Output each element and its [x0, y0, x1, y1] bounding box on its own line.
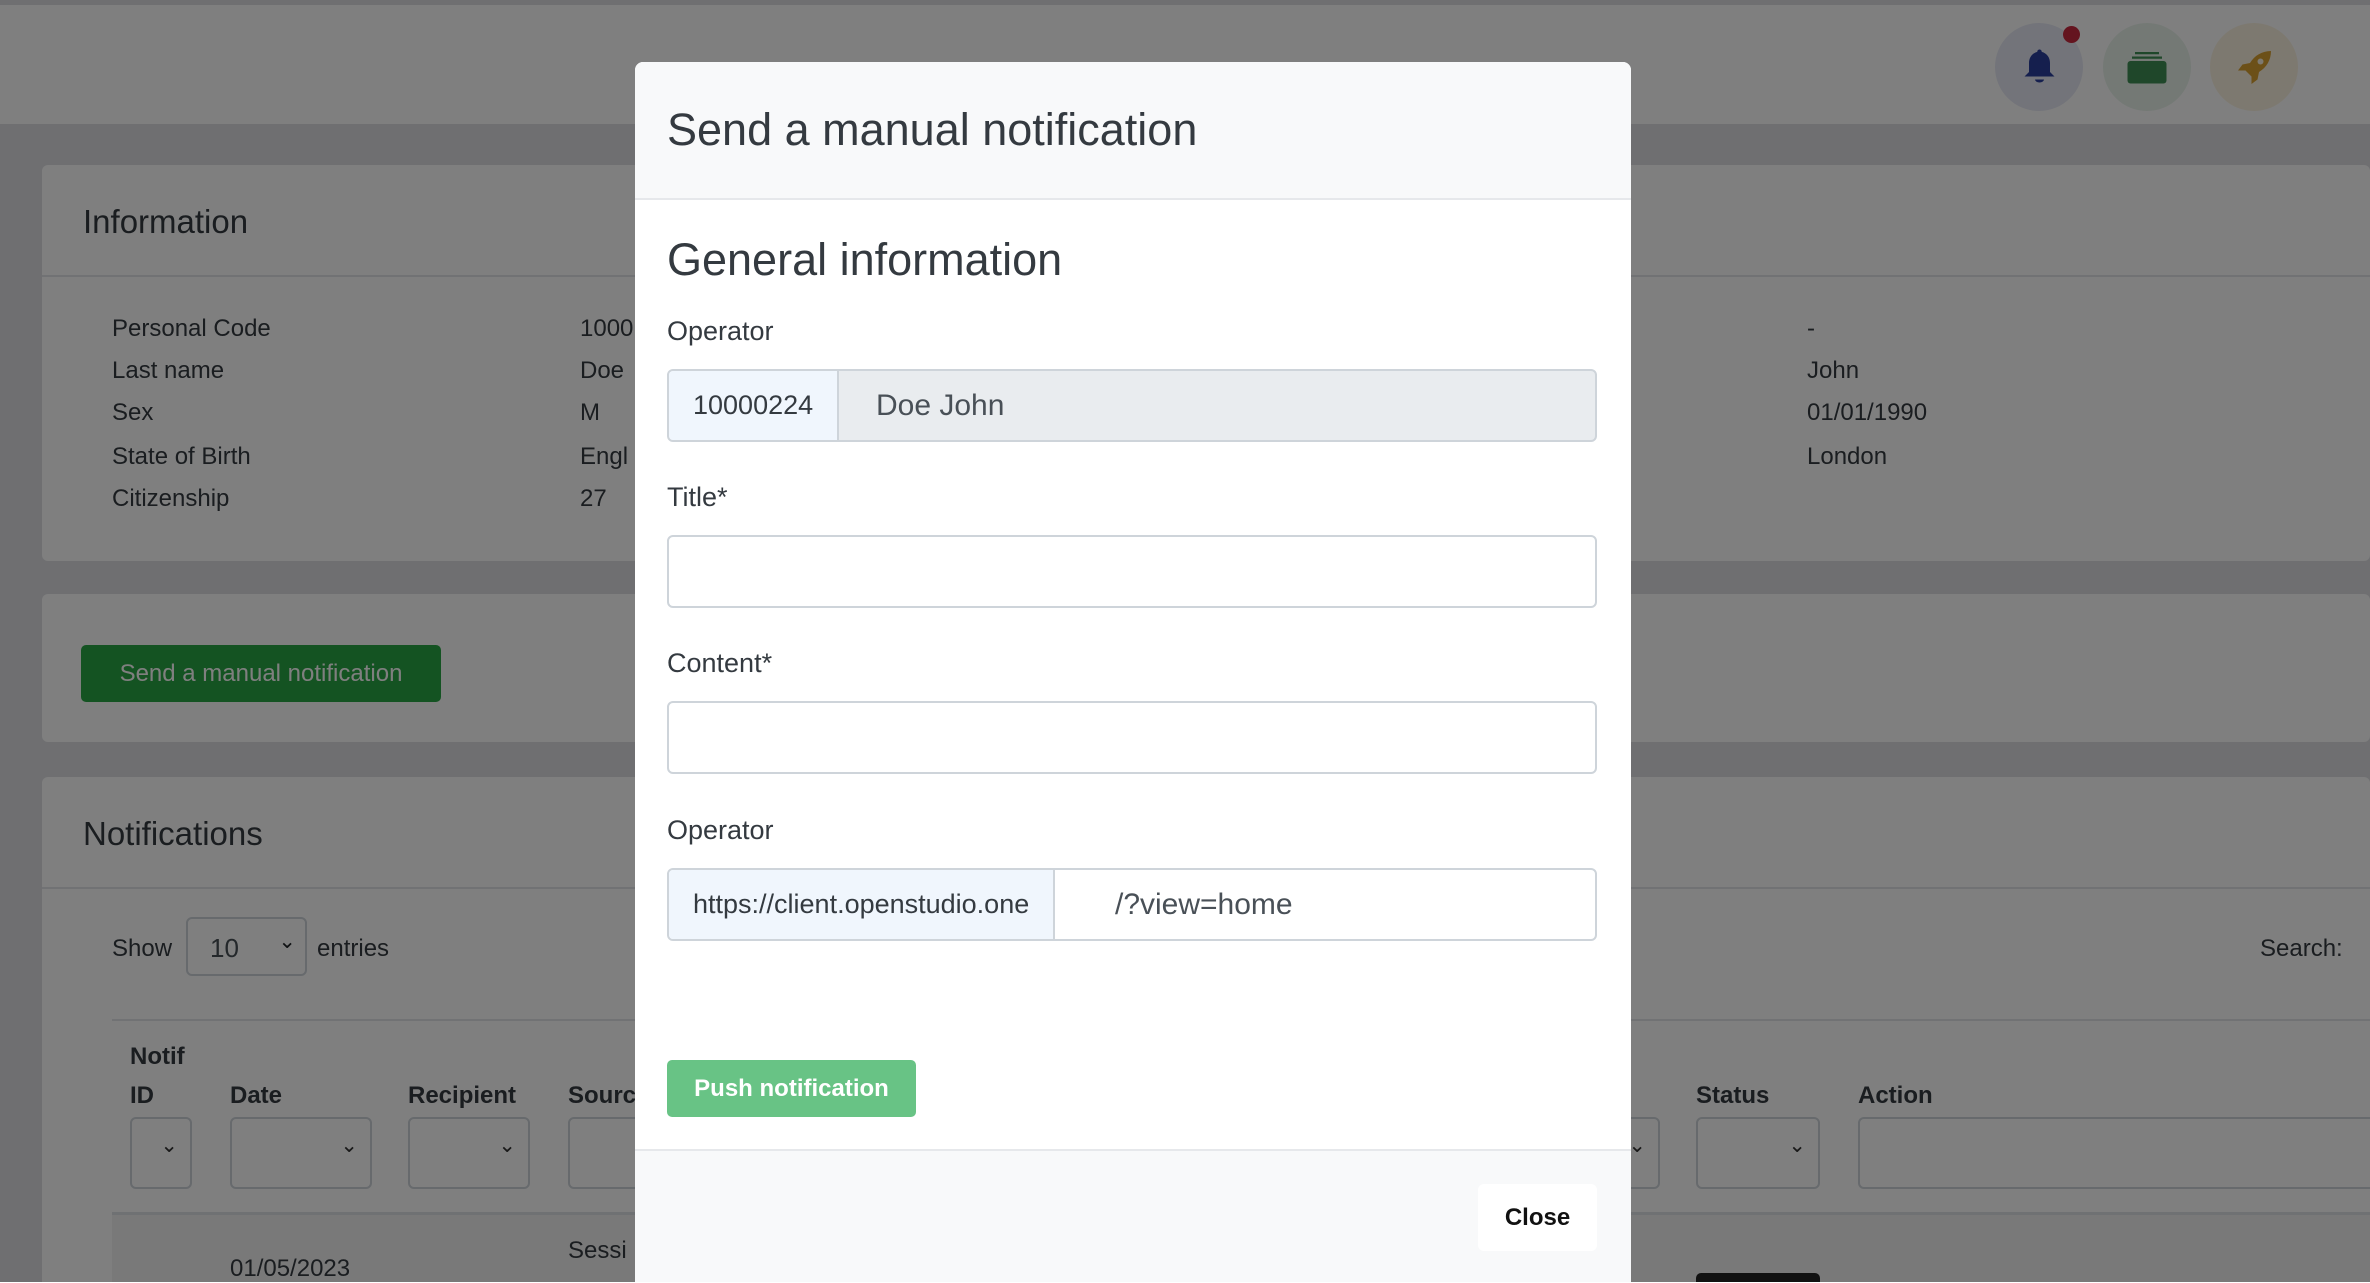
send-notification-modal: Send a manual notification General infor… — [635, 62, 1631, 1282]
title-input[interactable] — [667, 535, 1597, 608]
link-input[interactable]: /?view=home — [1115, 870, 1293, 939]
push-notification-button[interactable]: Push notification — [667, 1060, 916, 1117]
operator-name: Doe John — [876, 389, 1005, 422]
modal-title: Send a manual notification — [667, 104, 1198, 155]
content-label: Content* — [667, 648, 773, 678]
modal-header: Send a manual notification — [635, 62, 1631, 200]
content-input[interactable] — [667, 701, 1597, 774]
modal-footer: Close — [635, 1149, 1631, 1282]
operator-field: 10000224 Doe John — [667, 369, 1597, 442]
link-prefix: https://client.openstudio.one — [669, 870, 1056, 939]
close-button[interactable]: Close — [1478, 1184, 1597, 1251]
section-title: General information — [667, 234, 1063, 285]
operator-label: Operator — [667, 316, 774, 346]
link-label: Operator — [667, 815, 774, 845]
link-field[interactable]: https://client.openstudio.one /?view=hom… — [667, 868, 1597, 941]
page: Information Personal Code Last name Sex … — [0, 0, 2370, 1282]
title-label: Title* — [667, 482, 728, 512]
operator-code: 10000224 — [669, 371, 840, 440]
